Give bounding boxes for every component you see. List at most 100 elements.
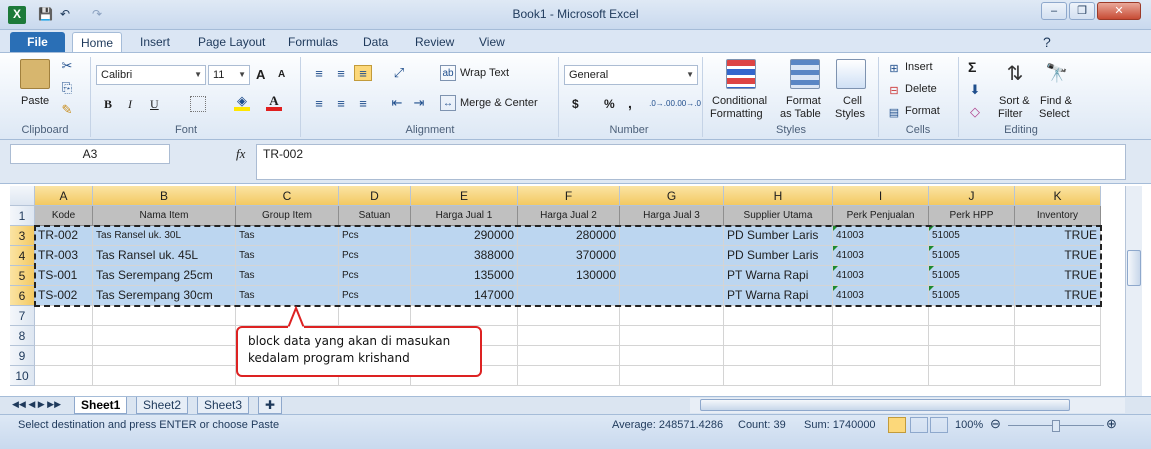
- delete-cells-button[interactable]: Delete: [905, 83, 937, 95]
- data-cell[interactable]: 290000: [411, 226, 518, 246]
- data-cell[interactable]: TRUE: [1015, 286, 1101, 306]
- conditional-formatting-icon[interactable]: [726, 59, 756, 89]
- empty-cell[interactable]: [929, 306, 1015, 326]
- data-cell[interactable]: TS-001: [35, 266, 93, 286]
- page-layout-view-icon[interactable]: [910, 417, 928, 433]
- header-cell[interactable]: Perk HPP: [929, 206, 1015, 226]
- data-cell[interactable]: [620, 226, 724, 246]
- empty-cell[interactable]: [724, 366, 833, 386]
- empty-cell[interactable]: [35, 306, 93, 326]
- comma-button[interactable]: ,: [628, 95, 632, 111]
- data-cell[interactable]: Pcs: [339, 226, 411, 246]
- wrap-text-button[interactable]: Wrap Text: [460, 67, 509, 79]
- empty-cell[interactable]: [620, 346, 724, 366]
- empty-cell[interactable]: [518, 346, 620, 366]
- empty-cell[interactable]: [1015, 346, 1101, 366]
- autosum-button[interactable]: Σ: [968, 59, 976, 75]
- horizontal-scrollbar[interactable]: [690, 398, 1125, 413]
- data-cell[interactable]: PT Warna Rapi: [724, 286, 833, 306]
- cell-styles-button-line2[interactable]: Styles: [835, 108, 865, 120]
- fill-color-icon[interactable]: ◈: [234, 93, 250, 111]
- header-cell[interactable]: Harga Jual 3: [620, 206, 724, 226]
- italic-button[interactable]: I: [128, 97, 132, 112]
- data-cell[interactable]: Tas: [236, 226, 339, 246]
- format-cells-button[interactable]: Format: [905, 105, 940, 117]
- sort-filter-button[interactable]: Sort &: [999, 95, 1030, 107]
- zoom-out-icon[interactable]: ⊖: [990, 416, 1001, 432]
- fill-icon[interactable]: ⬇: [968, 82, 982, 97]
- row-header[interactable]: 5: [10, 266, 35, 286]
- paste-button[interactable]: Paste: [21, 95, 49, 107]
- sort-filter-icon[interactable]: ⇅: [1001, 59, 1029, 87]
- empty-cell[interactable]: [929, 366, 1015, 386]
- zoom-slider-thumb[interactable]: [1052, 420, 1060, 432]
- empty-cell[interactable]: [620, 306, 724, 326]
- orientation-icon[interactable]: ⤢: [388, 65, 410, 81]
- row-header[interactable]: 7: [10, 306, 35, 326]
- column-header[interactable]: E: [411, 186, 518, 206]
- tab-data[interactable]: Data: [355, 32, 396, 52]
- align-bottom-icon[interactable]: ≡: [354, 65, 372, 81]
- copy-icon[interactable]: ⎘: [60, 80, 74, 95]
- row-header[interactable]: 6: [10, 286, 35, 306]
- data-cell[interactable]: Tas Serempang 30cm: [93, 286, 236, 306]
- empty-cell[interactable]: [833, 326, 929, 346]
- name-box[interactable]: A3: [10, 144, 170, 164]
- row-header[interactable]: 8: [10, 326, 35, 346]
- conditional-formatting-button[interactable]: Conditional: [712, 95, 767, 107]
- tab-home[interactable]: Home: [72, 32, 123, 52]
- empty-cell[interactable]: [518, 306, 620, 326]
- data-cell[interactable]: TR-002: [35, 226, 93, 246]
- row-header[interactable]: 1: [10, 206, 35, 226]
- cell-styles-icon[interactable]: [836, 59, 866, 89]
- sheet-tab-1[interactable]: Sheet1: [74, 397, 128, 414]
- sheet-nav-arrows-icon[interactable]: ◀◀ ◀ ▶ ▶▶: [12, 399, 61, 410]
- empty-cell[interactable]: [518, 366, 620, 386]
- empty-cell[interactable]: [339, 306, 411, 326]
- header-cell[interactable]: Nama Item: [93, 206, 236, 226]
- empty-cell[interactable]: [724, 326, 833, 346]
- vertical-scroll-thumb[interactable]: [1127, 250, 1141, 286]
- column-header[interactable]: K: [1015, 186, 1101, 206]
- header-cell[interactable]: Harga Jual 2: [518, 206, 620, 226]
- empty-cell[interactable]: [35, 346, 93, 366]
- align-left-icon[interactable]: ≡: [310, 95, 328, 111]
- tab-page-layout[interactable]: Page Layout: [190, 32, 273, 52]
- column-header[interactable]: F: [518, 186, 620, 206]
- header-cell[interactable]: Group Item: [236, 206, 339, 226]
- zoom-in-icon[interactable]: ⊕: [1106, 416, 1117, 432]
- column-header[interactable]: H: [724, 186, 833, 206]
- data-cell[interactable]: 51005: [929, 246, 1015, 266]
- vertical-scrollbar[interactable]: [1125, 186, 1142, 396]
- borders-icon[interactable]: [190, 96, 206, 112]
- column-header[interactable]: G: [620, 186, 724, 206]
- header-cell[interactable]: Satuan: [339, 206, 411, 226]
- restore-button[interactable]: ❐: [1069, 2, 1095, 20]
- row-header[interactable]: 4: [10, 246, 35, 266]
- empty-cell[interactable]: [833, 306, 929, 326]
- percent-button[interactable]: %: [604, 97, 615, 111]
- data-cell[interactable]: Pcs: [339, 286, 411, 306]
- data-cell[interactable]: Tas Serempang 25cm: [93, 266, 236, 286]
- currency-button[interactable]: $: [572, 97, 579, 111]
- tab-view[interactable]: View: [471, 32, 513, 52]
- merge-center-button[interactable]: Merge & Center: [460, 97, 538, 109]
- data-cell[interactable]: Tas: [236, 286, 339, 306]
- cut-icon[interactable]: ✂: [60, 58, 74, 73]
- data-cell[interactable]: 41003: [833, 226, 929, 246]
- data-cell[interactable]: Tas: [236, 266, 339, 286]
- number-format-combo[interactable]: General ▼: [564, 65, 698, 85]
- increase-indent-icon[interactable]: ⇥: [410, 95, 428, 111]
- cell-styles-button[interactable]: Cell: [843, 95, 862, 107]
- column-header[interactable]: J: [929, 186, 1015, 206]
- empty-cell[interactable]: [35, 326, 93, 346]
- data-cell[interactable]: 41003: [833, 246, 929, 266]
- data-cell[interactable]: 51005: [929, 286, 1015, 306]
- data-cell[interactable]: 130000: [518, 266, 620, 286]
- align-top-icon[interactable]: ≡: [310, 65, 328, 81]
- data-cell[interactable]: 280000: [518, 226, 620, 246]
- data-cell[interactable]: [518, 286, 620, 306]
- find-select-icon[interactable]: 🔭: [1043, 59, 1071, 87]
- conditional-formatting-button-line2[interactable]: Formatting: [710, 108, 763, 120]
- data-cell[interactable]: 51005: [929, 266, 1015, 286]
